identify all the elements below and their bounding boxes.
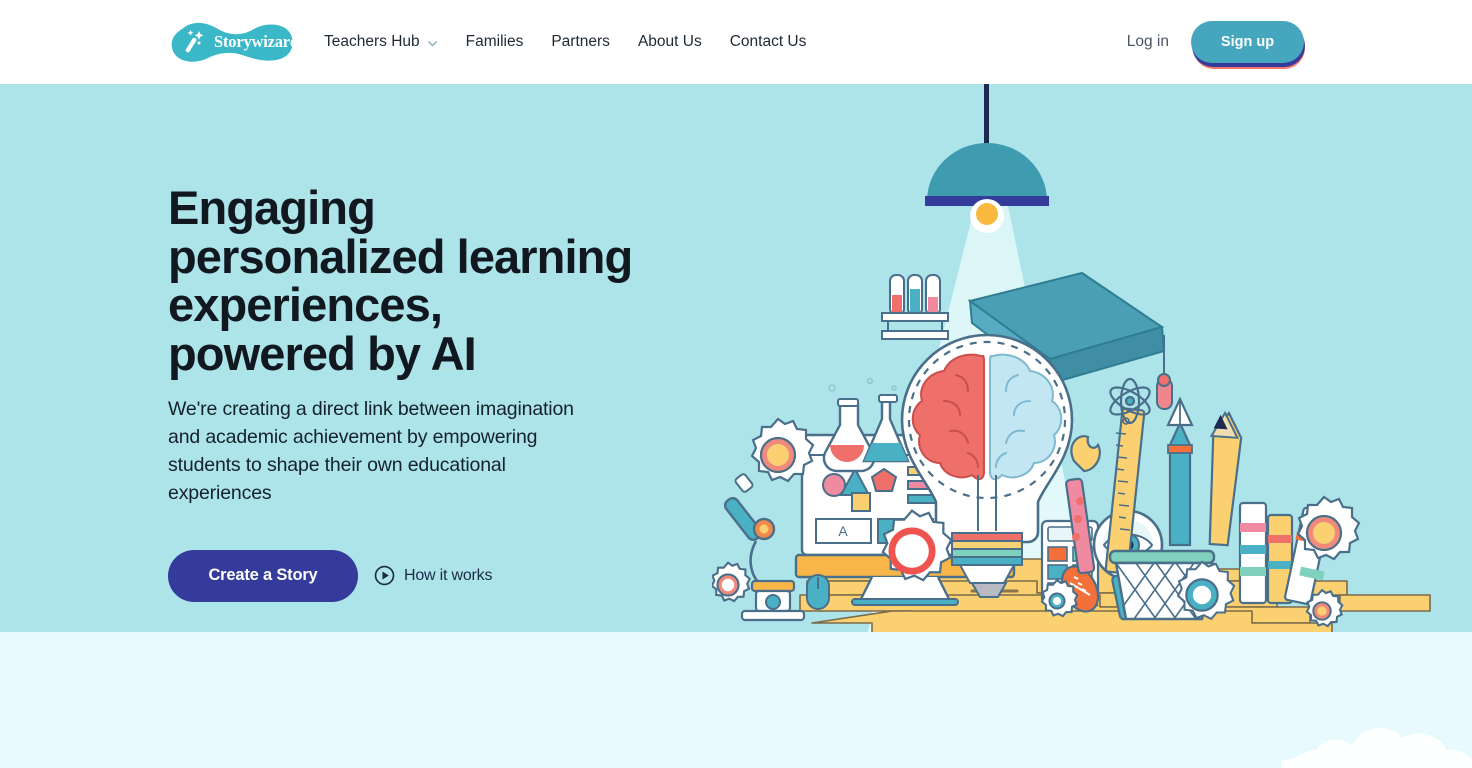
- how-it-works-label: How it works: [404, 566, 493, 584]
- login-link[interactable]: Log in: [1127, 33, 1169, 51]
- header-inner: Storywizard.ai Teachers Hub Families Par…: [0, 0, 1472, 84]
- hero-section: A B: [0, 84, 1472, 632]
- hero-title: Engaging personalized learning experienc…: [168, 181, 633, 380]
- nav-label-families: Families: [465, 33, 524, 50]
- lower-section: [0, 632, 1472, 768]
- svg-text:A: A: [838, 523, 848, 539]
- header-actions: Log in Sign up: [1127, 21, 1305, 69]
- create-a-story-button[interactable]: Create a Story: [168, 549, 358, 602]
- chevron-down-icon: [427, 38, 438, 49]
- play-circle-icon: [374, 565, 395, 586]
- nav-item-about-us[interactable]: About Us: [624, 0, 716, 84]
- signup-button[interactable]: Sign up: [1191, 21, 1304, 63]
- nav-label-teachers-hub: Teachers Hub: [324, 33, 420, 50]
- science-flasks: [822, 377, 910, 473]
- main-navigation: Teachers Hub Families Partners About Us …: [324, 0, 820, 84]
- lamp-dome: [927, 143, 1047, 201]
- computer-mouse: [806, 574, 830, 610]
- hero-actions: Create a Story How it works: [168, 549, 638, 602]
- nav-item-teachers-hub[interactable]: Teachers Hub: [324, 0, 452, 84]
- site-logo[interactable]: Storywizard.ai: [168, 19, 315, 65]
- test-tube-rack: [881, 274, 949, 340]
- nav-label-contact-us: Contact Us: [729, 33, 807, 50]
- hero-subtitle: We're creating a direct link between ima…: [168, 397, 574, 504]
- lamp-bulb: [976, 203, 998, 225]
- nav-item-contact-us[interactable]: Contact Us: [716, 0, 821, 84]
- how-it-works-link[interactable]: How it works: [374, 565, 492, 586]
- nav-label-about-us: About Us: [637, 33, 702, 50]
- nav-item-partners[interactable]: Partners: [537, 0, 624, 84]
- site-header: Storywizard.ai Teachers Hub Families Par…: [0, 0, 1472, 84]
- logo-text: Storywizard.ai: [214, 32, 316, 51]
- hero-illustration: A B: [712, 84, 1472, 632]
- cloud-decoration: [1282, 688, 1472, 768]
- nav-label-partners: Partners: [551, 33, 610, 50]
- nav-item-families[interactable]: Families: [452, 0, 538, 84]
- signup-button-wrapper: Sign up: [1191, 21, 1305, 69]
- hero-copy: Engaging personalized learning experienc…: [168, 181, 638, 602]
